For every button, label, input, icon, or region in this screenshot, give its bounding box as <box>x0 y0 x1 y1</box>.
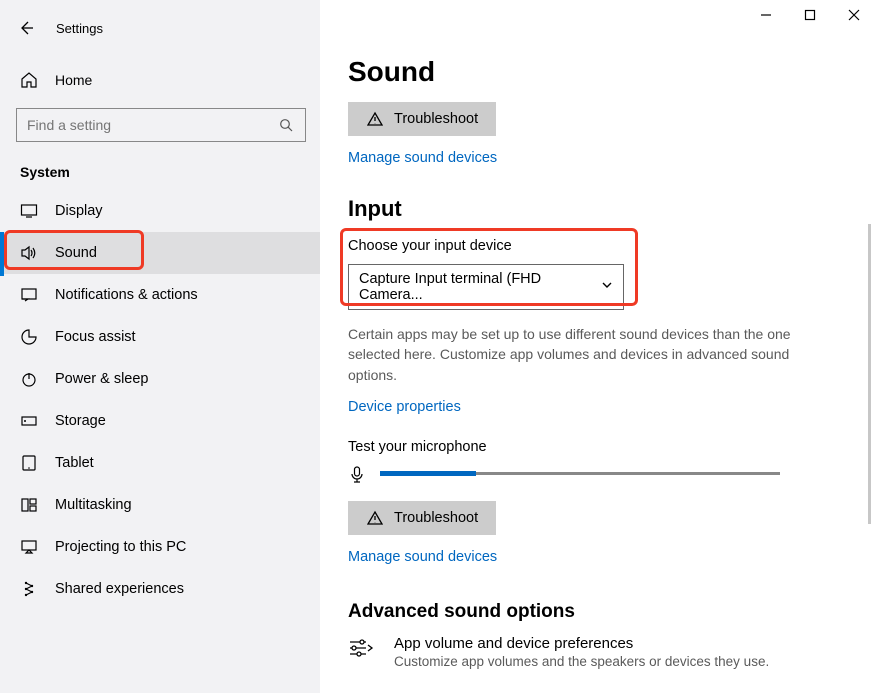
chevron-down-icon <box>601 279 613 295</box>
button-label: Troubleshoot <box>394 510 478 526</box>
device-properties-link[interactable]: Device properties <box>348 399 461 415</box>
shared-exp-icon <box>20 580 38 598</box>
sidebar-item-label: Display <box>55 203 103 219</box>
sidebar-item-label: Multitasking <box>55 497 132 513</box>
app-volume-sub: Customize app volumes and the speakers o… <box>394 654 769 669</box>
sidebar-item-label: Projecting to this PC <box>55 539 186 555</box>
sidebar: Settings Home System Display Sound Notif… <box>0 0 320 693</box>
page-title: Sound <box>348 56 843 88</box>
troubleshoot-input-button[interactable]: Troubleshoot <box>348 501 496 535</box>
sidebar-item-shared-exp[interactable]: Shared experiences <box>0 568 320 610</box>
search-icon <box>277 116 295 134</box>
projecting-icon <box>20 538 38 556</box>
notifications-icon <box>20 286 38 304</box>
sidebar-item-tablet[interactable]: Tablet <box>0 442 320 484</box>
dropdown-value: Capture Input terminal (FHD Camera... <box>359 271 601 303</box>
home-link[interactable]: Home <box>0 60 320 100</box>
sidebar-item-power[interactable]: Power & sleep <box>0 358 320 400</box>
search-field[interactable] <box>27 117 267 133</box>
minimize-icon[interactable] <box>757 6 775 24</box>
window-controls <box>757 6 863 24</box>
mic-level-fill <box>380 471 476 476</box>
scrollbar[interactable] <box>868 224 871 524</box>
button-label: Troubleshoot <box>394 111 478 127</box>
input-device-dropdown[interactable]: Capture Input terminal (FHD Camera... <box>348 264 624 310</box>
sidebar-item-multitasking[interactable]: Multitasking <box>0 484 320 526</box>
home-label: Home <box>55 72 92 88</box>
window-title: Settings <box>56 21 103 36</box>
sidebar-item-label: Notifications & actions <box>55 287 198 303</box>
main-content: Sound Troubleshoot Manage sound devices … <box>320 0 873 693</box>
sidebar-item-label: Power & sleep <box>55 371 149 387</box>
sidebar-item-projecting[interactable]: Projecting to this PC <box>0 526 320 568</box>
focus-assist-icon <box>20 328 38 346</box>
titlebar: Settings <box>0 8 320 48</box>
sidebar-item-focus-assist[interactable]: Focus assist <box>0 316 320 358</box>
mic-level-meter <box>380 472 780 475</box>
sidebar-item-notifications[interactable]: Notifications & actions <box>0 274 320 316</box>
app-volume-row[interactable]: App volume and device preferences Custom… <box>348 635 843 669</box>
back-icon[interactable] <box>18 20 34 36</box>
sidebar-item-label: Focus assist <box>55 329 136 345</box>
home-icon <box>20 71 38 89</box>
sidebar-item-storage[interactable]: Storage <box>0 400 320 442</box>
mic-icon <box>348 465 366 483</box>
warning-icon <box>366 509 384 527</box>
sidebar-item-label: Storage <box>55 413 106 429</box>
maximize-icon[interactable] <box>801 6 819 24</box>
sidebar-item-display[interactable]: Display <box>0 190 320 232</box>
manage-devices-link-2[interactable]: Manage sound devices <box>348 549 497 565</box>
sidebar-item-label: Sound <box>55 245 97 261</box>
multitasking-icon <box>20 496 38 514</box>
troubleshoot-output-button[interactable]: Troubleshoot <box>348 102 496 136</box>
sound-icon <box>20 244 38 262</box>
input-heading: Input <box>348 196 843 222</box>
sidebar-item-sound[interactable]: Sound <box>0 232 320 274</box>
input-helper-text: Certain apps may be set up to use differ… <box>348 324 808 385</box>
tablet-icon <box>20 454 38 472</box>
display-icon <box>20 202 38 220</box>
warning-icon <box>366 110 384 128</box>
close-icon[interactable] <box>845 6 863 24</box>
manage-devices-link[interactable]: Manage sound devices <box>348 150 497 166</box>
test-mic-label: Test your microphone <box>348 439 843 455</box>
choose-input-label: Choose your input device <box>348 238 624 254</box>
advanced-heading: Advanced sound options <box>348 601 843 623</box>
sidebar-item-label: Shared experiences <box>55 581 184 597</box>
section-label: System <box>0 142 320 190</box>
sidebar-item-label: Tablet <box>55 455 94 471</box>
power-icon <box>20 370 38 388</box>
app-volume-title: App volume and device preferences <box>394 635 769 652</box>
storage-icon <box>20 412 38 430</box>
search-input[interactable] <box>16 108 306 142</box>
sliders-icon <box>348 635 374 661</box>
